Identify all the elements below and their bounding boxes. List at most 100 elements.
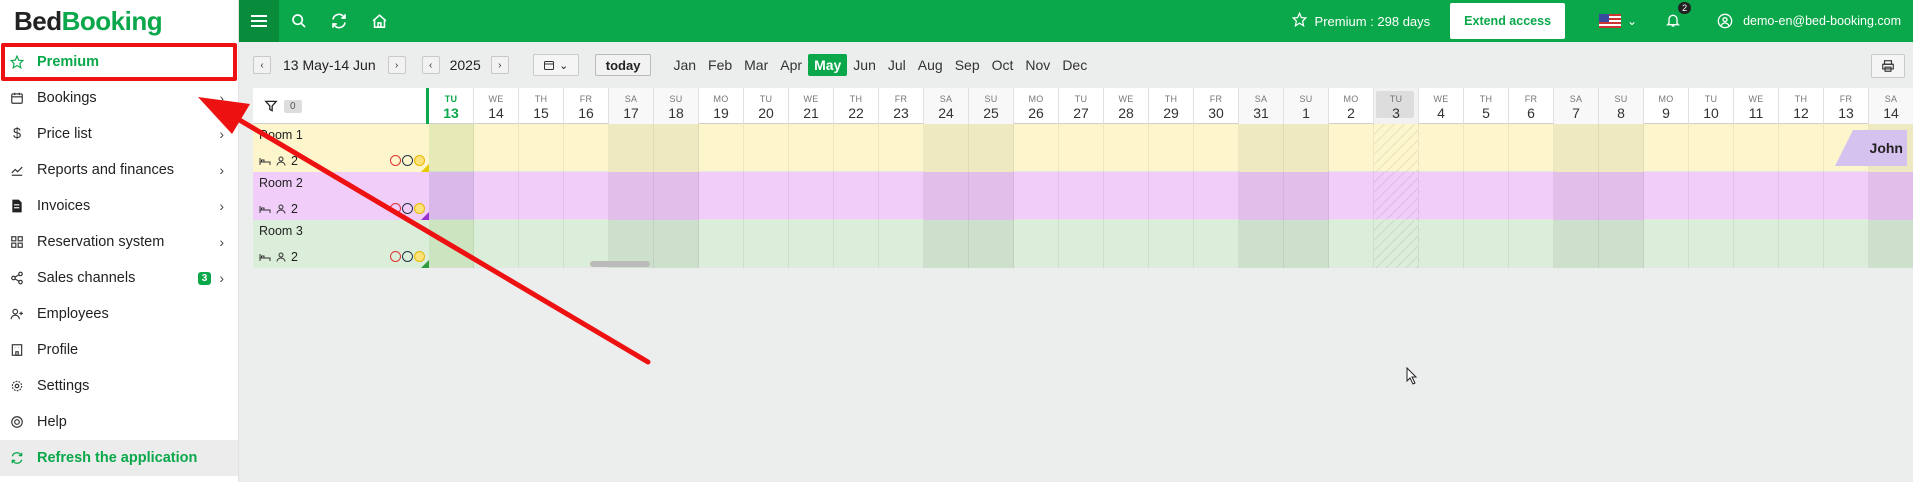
calendar-cell[interactable]: [1374, 172, 1419, 220]
sidebar-item-help[interactable]: Help: [0, 404, 238, 440]
calendar-cell[interactable]: [1374, 220, 1419, 268]
calendar-cell[interactable]: [879, 124, 924, 172]
calendar-cell[interactable]: [1554, 220, 1599, 268]
room-status-icons[interactable]: [390, 203, 425, 214]
calendar-cell[interactable]: [1509, 220, 1554, 268]
calendar-cell[interactable]: [1599, 220, 1644, 268]
calendar-cell[interactable]: [1329, 220, 1374, 268]
room-status-icons[interactable]: [390, 251, 425, 262]
calendar-cell[interactable]: [789, 124, 834, 172]
calendar-cell[interactable]: [564, 124, 609, 172]
calendar-cell[interactable]: [1599, 124, 1644, 172]
calendar-cell[interactable]: [1824, 220, 1869, 268]
calendar-cell[interactable]: [744, 220, 789, 268]
month-jul[interactable]: Jul: [882, 54, 912, 76]
calendar-cell[interactable]: [1554, 172, 1599, 220]
calendar-cell[interactable]: [1239, 172, 1284, 220]
calendar-cell[interactable]: [609, 172, 654, 220]
calendar-cell[interactable]: [1509, 124, 1554, 172]
calendar-cell[interactable]: [1824, 172, 1869, 220]
extend-access-button[interactable]: Extend access: [1450, 3, 1566, 39]
room-label[interactable]: Room 1 2: [253, 124, 429, 172]
calendar-cell[interactable]: [1149, 124, 1194, 172]
calendar-cell[interactable]: [1419, 124, 1464, 172]
calendar-cell[interactable]: [1194, 220, 1239, 268]
calendar-cell[interactable]: [474, 124, 519, 172]
calendar-cell[interactable]: [744, 124, 789, 172]
calendar-cell[interactable]: [1329, 124, 1374, 172]
calendar-cell[interactable]: [1464, 124, 1509, 172]
calendar-cell[interactable]: [1509, 172, 1554, 220]
calendar-cell[interactable]: [1239, 220, 1284, 268]
calendar-cell[interactable]: [1149, 172, 1194, 220]
calendar-cell[interactable]: [924, 220, 969, 268]
calendar-cell[interactable]: [1059, 220, 1104, 268]
calendar-cell[interactable]: [744, 172, 789, 220]
calendar-cell[interactable]: [969, 124, 1014, 172]
search-icon[interactable]: [279, 0, 319, 42]
calendar-cell[interactable]: [1689, 172, 1734, 220]
us-flag-icon[interactable]: [1599, 14, 1622, 28]
calendar-cell[interactable]: [699, 220, 744, 268]
next-range-button[interactable]: ›: [387, 56, 406, 74]
calendar-cell[interactable]: [834, 220, 879, 268]
calendar-cell[interactable]: [834, 124, 879, 172]
calendar-cell[interactable]: [834, 172, 879, 220]
refresh-icon[interactable]: [319, 0, 359, 42]
premium-status[interactable]: Premium : 298 days: [1291, 11, 1430, 30]
month-sep[interactable]: Sep: [949, 54, 986, 76]
calendar-cell[interactable]: [474, 220, 519, 268]
month-jun[interactable]: Jun: [847, 54, 882, 76]
calendar-cell[interactable]: [1779, 220, 1824, 268]
calendar-cell[interactable]: [519, 220, 564, 268]
sidebar-item-reports[interactable]: Reports and finances ›: [0, 152, 238, 188]
calendar-cell[interactable]: [654, 220, 699, 268]
calendar-cell[interactable]: [1644, 172, 1689, 220]
calendar-cell[interactable]: [1689, 220, 1734, 268]
calendar-cell[interactable]: [1779, 124, 1824, 172]
month-oct[interactable]: Oct: [986, 54, 1020, 76]
calendar-cell[interactable]: [429, 172, 474, 220]
calendar-cell[interactable]: [1284, 172, 1329, 220]
calendar-cell[interactable]: [1734, 172, 1779, 220]
sidebar-item-invoices[interactable]: Invoices ›: [0, 188, 238, 224]
calendar-cell[interactable]: [1014, 124, 1059, 172]
room-status-icons[interactable]: [390, 155, 425, 166]
calendar-cell[interactable]: [564, 172, 609, 220]
hamburger-menu-icon[interactable]: [239, 0, 279, 42]
calendar-cell[interactable]: [924, 172, 969, 220]
calendar-cell[interactable]: [1689, 124, 1734, 172]
calendar-cell[interactable]: [1644, 220, 1689, 268]
calendar-cell[interactable]: [1869, 220, 1913, 268]
calendar-cell[interactable]: [1059, 172, 1104, 220]
home-icon[interactable]: [359, 0, 399, 42]
calendar-cell[interactable]: [519, 124, 564, 172]
month-apr[interactable]: Apr: [774, 54, 808, 76]
sidebar-item-sales-channels[interactable]: Sales channels 3 ›: [0, 260, 238, 296]
sidebar-item-price-list[interactable]: $ Price list ›: [0, 116, 238, 152]
sidebar-item-reservation-system[interactable]: Reservation system ›: [0, 224, 238, 260]
calendar-cell[interactable]: [879, 220, 924, 268]
sidebar-item-settings[interactable]: Settings: [0, 368, 238, 404]
month-dec[interactable]: Dec: [1056, 54, 1093, 76]
room-label[interactable]: Room 3 2: [253, 220, 429, 268]
date-picker-button[interactable]: ⌄: [532, 54, 579, 76]
calendar-cell[interactable]: [1014, 172, 1059, 220]
notifications-button[interactable]: 2: [1665, 1, 1692, 32]
sidebar-item-refresh[interactable]: Refresh the application: [0, 440, 238, 476]
month-feb[interactable]: Feb: [702, 54, 738, 76]
calendar-cell[interactable]: [1284, 124, 1329, 172]
calendar-cell[interactable]: [1464, 172, 1509, 220]
room-label[interactable]: Room 2 2: [253, 172, 429, 220]
horizontal-scrollbar[interactable]: [590, 261, 650, 267]
calendar-cell[interactable]: [474, 172, 519, 220]
month-mar[interactable]: Mar: [738, 54, 774, 76]
calendar-cell[interactable]: [1104, 220, 1149, 268]
sidebar-item-employees[interactable]: Employees: [0, 296, 238, 332]
calendar-cell[interactable]: [1284, 220, 1329, 268]
calendar-cell[interactable]: [1329, 172, 1374, 220]
month-aug[interactable]: Aug: [912, 54, 949, 76]
calendar-cell[interactable]: [1869, 172, 1913, 220]
sidebar-item-bookings[interactable]: Bookings ›: [0, 80, 238, 116]
calendar-cell[interactable]: [789, 172, 834, 220]
